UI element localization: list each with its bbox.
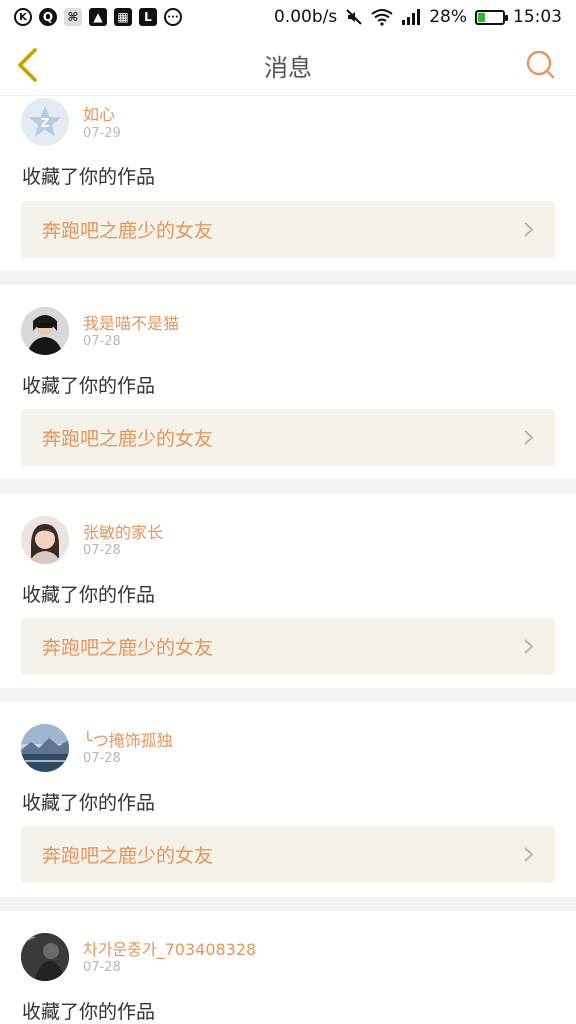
username[interactable]: ╰つ掩饰孤独 xyxy=(83,727,173,751)
battery-icon xyxy=(475,9,508,25)
list-item: Z 如心 07-29 收藏了你的作品 奔跑吧之鹿少的女友 xyxy=(0,96,576,271)
user-photo-icon xyxy=(21,307,69,355)
username[interactable]: 차가운중가_703408328 xyxy=(83,936,256,960)
avatar[interactable] xyxy=(21,724,69,772)
user-photo-icon xyxy=(21,516,69,564)
calendar-icon: L xyxy=(139,8,157,26)
message-date: 07-28 xyxy=(83,334,121,349)
clock: 15:03 xyxy=(513,7,562,27)
work-link[interactable]: 奔跑吧之鹿少的女友 xyxy=(21,826,555,883)
username[interactable]: 张敏的家长 xyxy=(83,519,163,543)
username[interactable]: 我是喵不是猫 xyxy=(83,310,179,334)
chevron-right-icon xyxy=(524,222,534,237)
avatar[interactable] xyxy=(21,516,69,564)
battery-percent: 28% xyxy=(429,7,467,27)
status-bar: K Q ⌘ ▲ ▦ L ··· 0.00b/s 28% 15:03 xyxy=(0,0,576,34)
action-text: 收藏了你的作品 xyxy=(22,584,156,606)
action-text: 收藏了你的作品 xyxy=(22,166,156,188)
work-title: 奔跑吧之鹿少的女友 xyxy=(42,428,214,450)
work-link[interactable]: 奔跑吧之鹿少的女友 xyxy=(21,618,555,675)
list-item: 张敏的家长 07-28 收藏了你的作品 奔跑吧之鹿少的女友 xyxy=(0,494,576,688)
user-photo-icon xyxy=(21,724,69,772)
notification-icons: K Q ⌘ ▲ ▦ L ··· xyxy=(14,8,182,26)
search-button[interactable] xyxy=(524,48,558,82)
mute-icon xyxy=(346,9,362,25)
wifi-icon xyxy=(371,9,393,26)
q-circle-icon: Q xyxy=(39,8,57,26)
message-date: 07-28 xyxy=(83,960,121,975)
net-speed: 0.00b/s xyxy=(273,7,338,27)
username[interactable]: 如心 xyxy=(83,101,115,125)
search-icon xyxy=(526,50,555,79)
message-date: 07-28 xyxy=(83,751,121,766)
chevron-right-icon xyxy=(524,847,534,862)
avatar[interactable] xyxy=(21,933,69,981)
app-header: 消息 xyxy=(0,34,576,96)
app-icon: ⌘ xyxy=(64,8,82,26)
message-list[interactable]: Z 如心 07-29 收藏了你的作品 奔跑吧之鹿少的女友 我是喵不是猫 07-2… xyxy=(0,96,576,1024)
k-circle-icon: K xyxy=(14,8,32,26)
list-item: 我是喵不是猫 07-28 收藏了你的作品 奔跑吧之鹿少的女友 xyxy=(0,285,576,479)
system-status: 0.00b/s 28% 15:03 xyxy=(274,7,562,27)
work-link[interactable]: 奔跑吧之鹿少的女友 xyxy=(21,201,555,258)
work-link[interactable]: 奔跑吧之鹿少的女友 xyxy=(21,409,555,466)
image-icon: ▲ xyxy=(89,8,107,26)
page-title: 消息 xyxy=(264,54,312,82)
work-title: 奔跑吧之鹿少的女友 xyxy=(42,637,214,659)
list-item: 차가운중가_703408328 07-28 收藏了你的作品 xyxy=(0,911,576,1024)
message-date: 07-28 xyxy=(83,543,121,558)
action-text: 收藏了你的作品 xyxy=(22,1001,156,1023)
battery-level xyxy=(478,12,485,22)
avatar[interactable]: Z xyxy=(21,98,69,146)
signal-icon xyxy=(402,9,421,25)
action-text: 收藏了你的作品 xyxy=(22,375,156,397)
avatar[interactable] xyxy=(21,307,69,355)
work-title: 奔跑吧之鹿少的女友 xyxy=(42,220,214,242)
grid-icon: ▦ xyxy=(114,8,132,26)
action-text: 收藏了你的作品 xyxy=(22,792,156,814)
more-icon: ··· xyxy=(164,8,182,26)
qzone-star-icon: Z xyxy=(21,98,69,146)
user-photo-icon xyxy=(21,933,69,981)
list-item: ╰つ掩饰孤独 07-28 收藏了你的作品 奔跑吧之鹿少的女友 xyxy=(0,702,576,897)
chevron-right-icon xyxy=(524,639,534,654)
svg-text:Z: Z xyxy=(41,116,50,130)
message-date: 07-29 xyxy=(83,126,121,141)
chevron-right-icon xyxy=(524,430,534,445)
work-title: 奔跑吧之鹿少的女友 xyxy=(42,845,214,867)
